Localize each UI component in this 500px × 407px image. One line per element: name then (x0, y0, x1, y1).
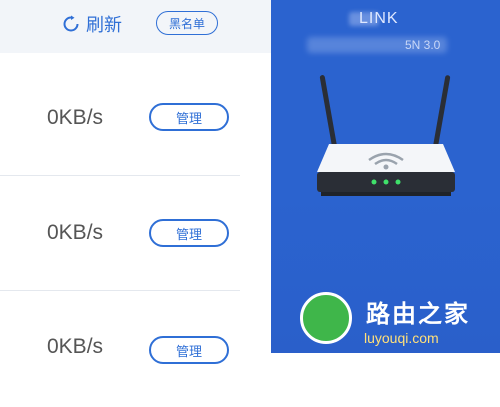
watermark-logo-icon (300, 292, 352, 344)
device-list-panel: 刷新 黑名单 0KB/s 管理 0KB/s 管理 0KB/s 管理 (0, 0, 271, 364)
watermark-subtext: luyouqi.com (364, 330, 439, 346)
refresh-icon (62, 15, 80, 33)
device-row: 0KB/s 管理 (0, 58, 271, 174)
manage-button[interactable]: 管理 (149, 219, 229, 247)
router-model: 5N 3.0 (405, 38, 441, 52)
device-speed: 0KB/s (47, 106, 104, 129)
refresh-label: 刷新 (86, 15, 122, 35)
watermark-text: 路由之家 (366, 301, 470, 328)
blacklist-button[interactable]: 黑名单 (156, 11, 218, 35)
toolbar: 刷新 黑名单 (0, 0, 271, 53)
router-brand: LINK (359, 10, 399, 27)
router-icon (317, 75, 455, 196)
refresh-button[interactable]: 刷新 (62, 11, 122, 37)
device-row: 0KB/s 管理 (0, 291, 271, 407)
manage-button[interactable]: 管理 (149, 336, 229, 364)
manage-button[interactable]: 管理 (149, 103, 229, 131)
device-row: 0KB/s 管理 (0, 176, 271, 292)
device-speed: 0KB/s (47, 221, 104, 244)
device-speed: 0KB/s (47, 335, 104, 358)
